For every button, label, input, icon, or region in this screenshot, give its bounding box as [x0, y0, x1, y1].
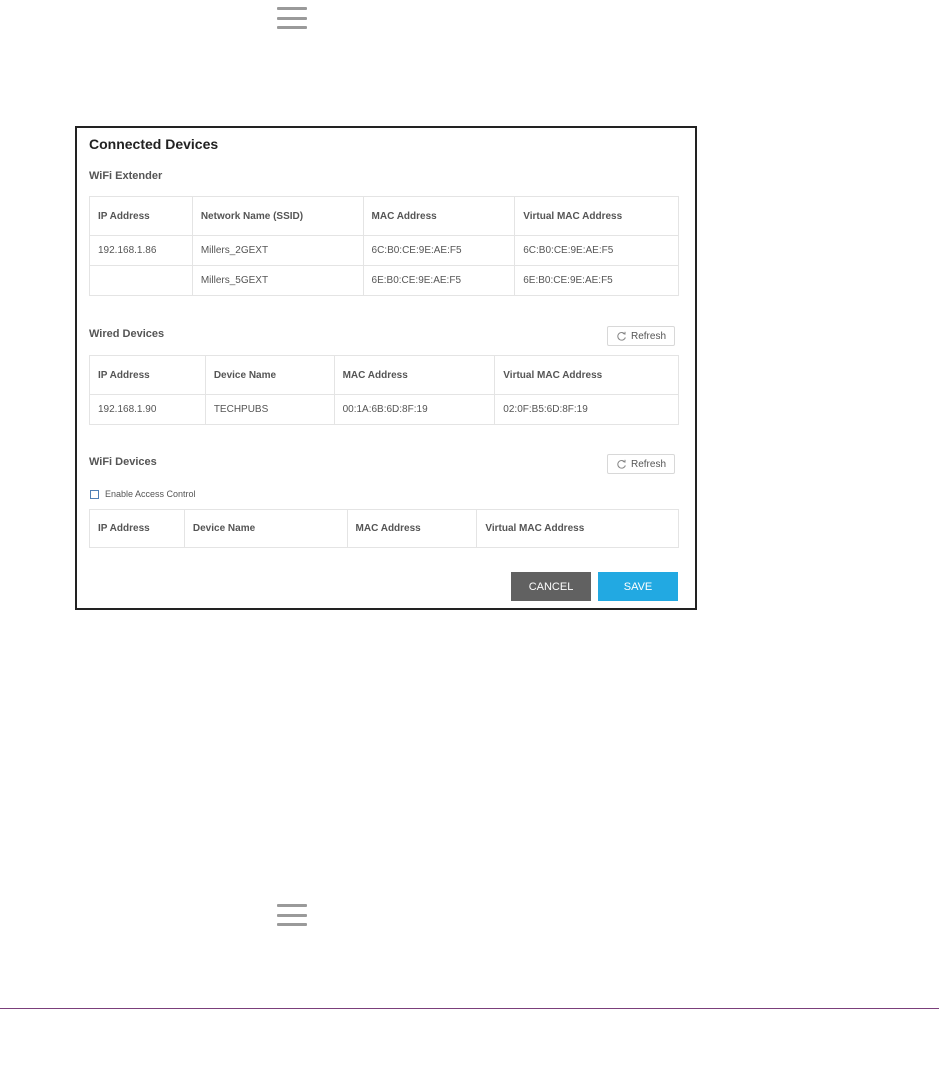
- table-header-row: IP Address Network Name (SSID) MAC Addre…: [89, 196, 679, 236]
- wifi-devices-title: WiFi Devices: [89, 456, 157, 468]
- wifi-extender-title: WiFi Extender: [89, 170, 163, 182]
- refresh-icon: [617, 459, 626, 469]
- cancel-button[interactable]: CANCEL: [511, 572, 591, 601]
- table-cell: 6E:B0:CE:9E:AE:F5: [362, 265, 516, 296]
- column-header: Virtual MAC Address: [476, 509, 679, 548]
- refresh-icon: [617, 331, 626, 341]
- column-header: Device Name: [183, 509, 348, 548]
- table-cell: 02:0F:B5:6D:8F:19: [494, 394, 679, 425]
- table-cell: 192.168.1.86: [89, 235, 193, 266]
- table-row: 192.168.1.86 Millers_2GEXT 6C:B0:CE:9E:A…: [89, 235, 679, 266]
- wifi-devices-table: IP Address Device Name MAC Address Virtu…: [89, 509, 679, 548]
- refresh-label: Refresh: [630, 458, 666, 470]
- column-header: Virtual MAC Address: [494, 355, 679, 395]
- table-row: Millers_5GEXT 6E:B0:CE:9E:AE:F5 6E:B0:CE…: [89, 265, 679, 296]
- table-cell: 192.168.1.90: [89, 394, 206, 425]
- wired-refresh-button[interactable]: Refresh: [607, 326, 675, 346]
- table-cell: 00:1A:6B:6D:8F:19: [333, 394, 496, 425]
- table-cell: Millers_5GEXT: [191, 265, 364, 296]
- table-header-row: IP Address Device Name MAC Address Virtu…: [89, 509, 679, 548]
- access-control-label: Enable Access Control: [105, 489, 196, 499]
- column-header: IP Address: [89, 509, 185, 548]
- table-cell: 6E:B0:CE:9E:AE:F5: [514, 265, 679, 296]
- menu-icon[interactable]: [277, 904, 307, 926]
- column-header: MAC Address: [362, 196, 516, 236]
- table-cell: TECHPUBS: [204, 394, 335, 425]
- connected-devices-panel: Connected Devices WiFi Extender IP Addre…: [75, 126, 697, 610]
- wifi-extender-table: IP Address Network Name (SSID) MAC Addre…: [89, 196, 679, 296]
- table-cell: Millers_2GEXT: [191, 235, 364, 266]
- wifi-refresh-button[interactable]: Refresh: [607, 454, 675, 474]
- column-header: IP Address: [89, 355, 206, 395]
- column-header: MAC Address: [333, 355, 496, 395]
- page-divider: [0, 1008, 939, 1009]
- column-header: Device Name: [204, 355, 335, 395]
- column-header: MAC Address: [346, 509, 478, 548]
- refresh-label: Refresh: [630, 330, 666, 342]
- save-button[interactable]: SAVE: [598, 572, 678, 601]
- table-header-row: IP Address Device Name MAC Address Virtu…: [89, 355, 679, 395]
- table-row: 192.168.1.90 TECHPUBS 00:1A:6B:6D:8F:19 …: [89, 394, 679, 425]
- table-cell: 6C:B0:CE:9E:AE:F5: [362, 235, 516, 266]
- table-cell: 6C:B0:CE:9E:AE:F5: [514, 235, 679, 266]
- wired-devices-title: Wired Devices: [89, 328, 165, 340]
- column-header: Network Name (SSID): [191, 196, 364, 236]
- menu-icon[interactable]: [277, 7, 307, 29]
- panel-title: Connected Devices: [89, 136, 219, 152]
- wired-devices-table: IP Address Device Name MAC Address Virtu…: [89, 355, 679, 425]
- column-header: Virtual MAC Address: [514, 196, 679, 236]
- table-cell: [89, 265, 193, 296]
- column-header: IP Address: [89, 196, 193, 236]
- access-control-checkbox[interactable]: [90, 489, 99, 499]
- access-control-row: Enable Access Control: [90, 489, 196, 499]
